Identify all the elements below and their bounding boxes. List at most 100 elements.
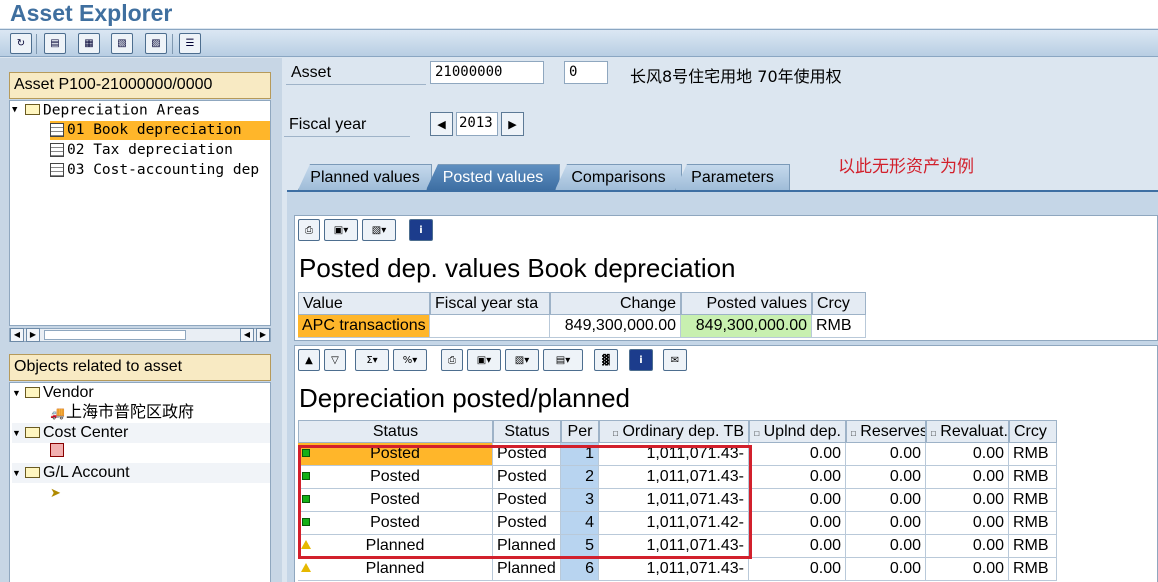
document-icon[interactable]: ✉	[663, 349, 687, 371]
tab-comparisons[interactable]: Comparisons	[555, 164, 682, 190]
tree-node-vendor[interactable]: ▼ Vendor	[12, 383, 94, 403]
cell-reserves[interactable]: 0.00	[846, 489, 926, 512]
info-icon[interactable]: i	[629, 349, 653, 371]
cell-status-icon[interactable]: Planned	[298, 558, 493, 581]
cell-unplanned-dep[interactable]: 0.00	[749, 443, 846, 466]
cell-ordinary-dep[interactable]: 1,011,071.43-	[599, 443, 749, 466]
col-header-currency[interactable]: Crcy	[1009, 420, 1057, 443]
cell-unplanned-dep[interactable]: 0.00	[749, 466, 846, 489]
depreciation-icon[interactable]: ▧	[111, 33, 133, 54]
cell-reserves[interactable]: 0.00	[846, 466, 926, 489]
cell-period[interactable]: 1	[561, 443, 599, 466]
cell-reserves[interactable]: 0.00	[846, 535, 926, 558]
asset-icon[interactable]: ▦	[78, 33, 100, 54]
scroll-left-icon[interactable]: ◀	[10, 328, 24, 342]
cell-change[interactable]: 849,300,000.00	[550, 315, 681, 338]
export-icon[interactable]: ▧▾	[505, 349, 539, 371]
cell-status-icon[interactable]: Planned	[298, 535, 493, 558]
filter-icon[interactable]: ▽	[324, 349, 346, 371]
col-header-fiscal-year-start[interactable]: Fiscal year sta	[430, 292, 550, 315]
cell-ordinary-dep[interactable]: 1,011,071.43-	[599, 489, 749, 512]
cell-reserves[interactable]: 0.00	[846, 512, 926, 535]
subtotal-icon[interactable]: %▾	[393, 349, 427, 371]
view-icon[interactable]: ▣▾	[324, 219, 358, 241]
expand-down-icon[interactable]: ▼	[12, 423, 22, 443]
cell-currency[interactable]: RMB	[1009, 489, 1057, 512]
col-header-period[interactable]: Per	[561, 420, 599, 443]
cell-status-icon[interactable]: Posted	[298, 466, 493, 489]
cell-reserves[interactable]: 0.00	[846, 558, 926, 581]
col-header-reserves[interactable]: □ Reserves	[846, 420, 926, 443]
expand-down-icon[interactable]: ▼	[12, 101, 22, 120]
col-header-currency[interactable]: Crcy	[812, 292, 866, 315]
cell-fiscal-year-start[interactable]	[430, 315, 550, 338]
cell-revaluation[interactable]: 0.00	[926, 512, 1009, 535]
cell-status[interactable]: Posted	[493, 466, 561, 489]
cell-period[interactable]: 5	[561, 535, 599, 558]
scroll-left-icon[interactable]: ◀	[240, 328, 254, 342]
tree-node-cost-accounting[interactable]: 03 Cost-accounting dep	[50, 161, 270, 180]
cell-revaluation[interactable]: 0.00	[926, 535, 1009, 558]
cell-status[interactable]: Posted	[493, 489, 561, 512]
cell-status[interactable]: Posted	[493, 512, 561, 535]
cell-reserves[interactable]: 0.00	[846, 443, 926, 466]
refresh-icon[interactable]: ↻	[10, 33, 32, 54]
tree-node-gl-account-item[interactable]: ➤	[50, 483, 66, 503]
col-header-revaluation[interactable]: □ Revaluat.	[926, 420, 1009, 443]
sort-ascending-icon[interactable]: ▲	[298, 349, 320, 371]
tree-node-depreciation-areas[interactable]: ▼ Depreciation Areas	[12, 101, 200, 121]
col-header-value[interactable]: Value	[298, 292, 430, 315]
cell-currency[interactable]: RMB	[1009, 535, 1057, 558]
graphic-icon[interactable]: ▓	[594, 349, 618, 371]
cell-unplanned-dep[interactable]: 0.00	[749, 558, 846, 581]
previous-year-button[interactable]: ◀	[430, 112, 453, 136]
asset-number-field[interactable]: 21000000	[430, 61, 544, 84]
cell-ordinary-dep[interactable]: 1,011,071.43-	[599, 466, 749, 489]
cell-revaluation[interactable]: 0.00	[926, 466, 1009, 489]
cell-status-icon[interactable]: Posted	[298, 512, 493, 535]
cell-currency[interactable]: RMB	[1009, 466, 1057, 489]
sum-icon[interactable]: Σ▾	[355, 349, 389, 371]
display-change-icon[interactable]: ▤	[44, 33, 66, 54]
cell-posted-values[interactable]: 849,300,000.00	[681, 315, 812, 338]
export-icon[interactable]: ▧▾	[362, 219, 396, 241]
col-header-change[interactable]: Change	[550, 292, 681, 315]
cell-ordinary-dep[interactable]: 1,011,071.43-	[599, 558, 749, 581]
cell-period[interactable]: 4	[561, 512, 599, 535]
cell-ordinary-dep[interactable]: 1,011,071.43-	[599, 535, 749, 558]
next-year-button[interactable]: ▶	[501, 112, 524, 136]
col-header-status[interactable]: Status	[493, 420, 561, 443]
expand-down-icon[interactable]: ▼	[12, 463, 22, 483]
cell-currency[interactable]: RMB	[812, 315, 866, 338]
fiscal-year-field[interactable]: 2013	[456, 112, 498, 136]
col-header-posted-values[interactable]: Posted values	[681, 292, 812, 315]
cell-status[interactable]: Posted	[493, 443, 561, 466]
scroll-thumb[interactable]	[44, 330, 186, 340]
tree-node-gl-account[interactable]: ▼ G/L Account	[12, 463, 270, 484]
tab-planned-values[interactable]: Planned values	[298, 164, 432, 190]
tab-posted-values[interactable]: Posted values	[426, 164, 560, 190]
tree-node-book-depreciation[interactable]: 01 Book depreciation	[50, 121, 270, 140]
view-icon[interactable]: ▣▾	[467, 349, 501, 371]
tree-node-vendor-item[interactable]: 🚚上海市普陀区政府	[50, 403, 194, 423]
cell-unplanned-dep[interactable]: 0.00	[749, 535, 846, 558]
cell-status[interactable]: Planned	[493, 535, 561, 558]
cell-status[interactable]: Planned	[493, 558, 561, 581]
expand-down-icon[interactable]: ▼	[12, 383, 22, 403]
cell-period[interactable]: 3	[561, 489, 599, 512]
cell-ordinary-dep[interactable]: 1,011,071.42-	[599, 512, 749, 535]
col-header-status-icon[interactable]: Status	[298, 420, 493, 443]
print-icon[interactable]: ⎙	[298, 219, 320, 241]
cell-currency[interactable]: RMB	[1009, 443, 1057, 466]
overview-icon[interactable]: ☰	[179, 33, 201, 54]
cell-revaluation[interactable]: 0.00	[926, 443, 1009, 466]
cell-period[interactable]: 6	[561, 558, 599, 581]
cell-revaluation[interactable]: 0.00	[926, 489, 1009, 512]
cell-currency[interactable]: RMB	[1009, 558, 1057, 581]
cell-currency[interactable]: RMB	[1009, 512, 1057, 535]
tree-node-cost-center[interactable]: ▼ Cost Center	[12, 423, 270, 444]
tree-horizontal-scrollbar[interactable]: ◀ ▶ ◀ ▶	[9, 328, 271, 342]
col-header-unplanned-dep[interactable]: □ Uplnd dep.	[749, 420, 846, 443]
cell-status-icon[interactable]: Posted	[298, 489, 493, 512]
cell-value[interactable]: APC transactions	[298, 315, 430, 338]
